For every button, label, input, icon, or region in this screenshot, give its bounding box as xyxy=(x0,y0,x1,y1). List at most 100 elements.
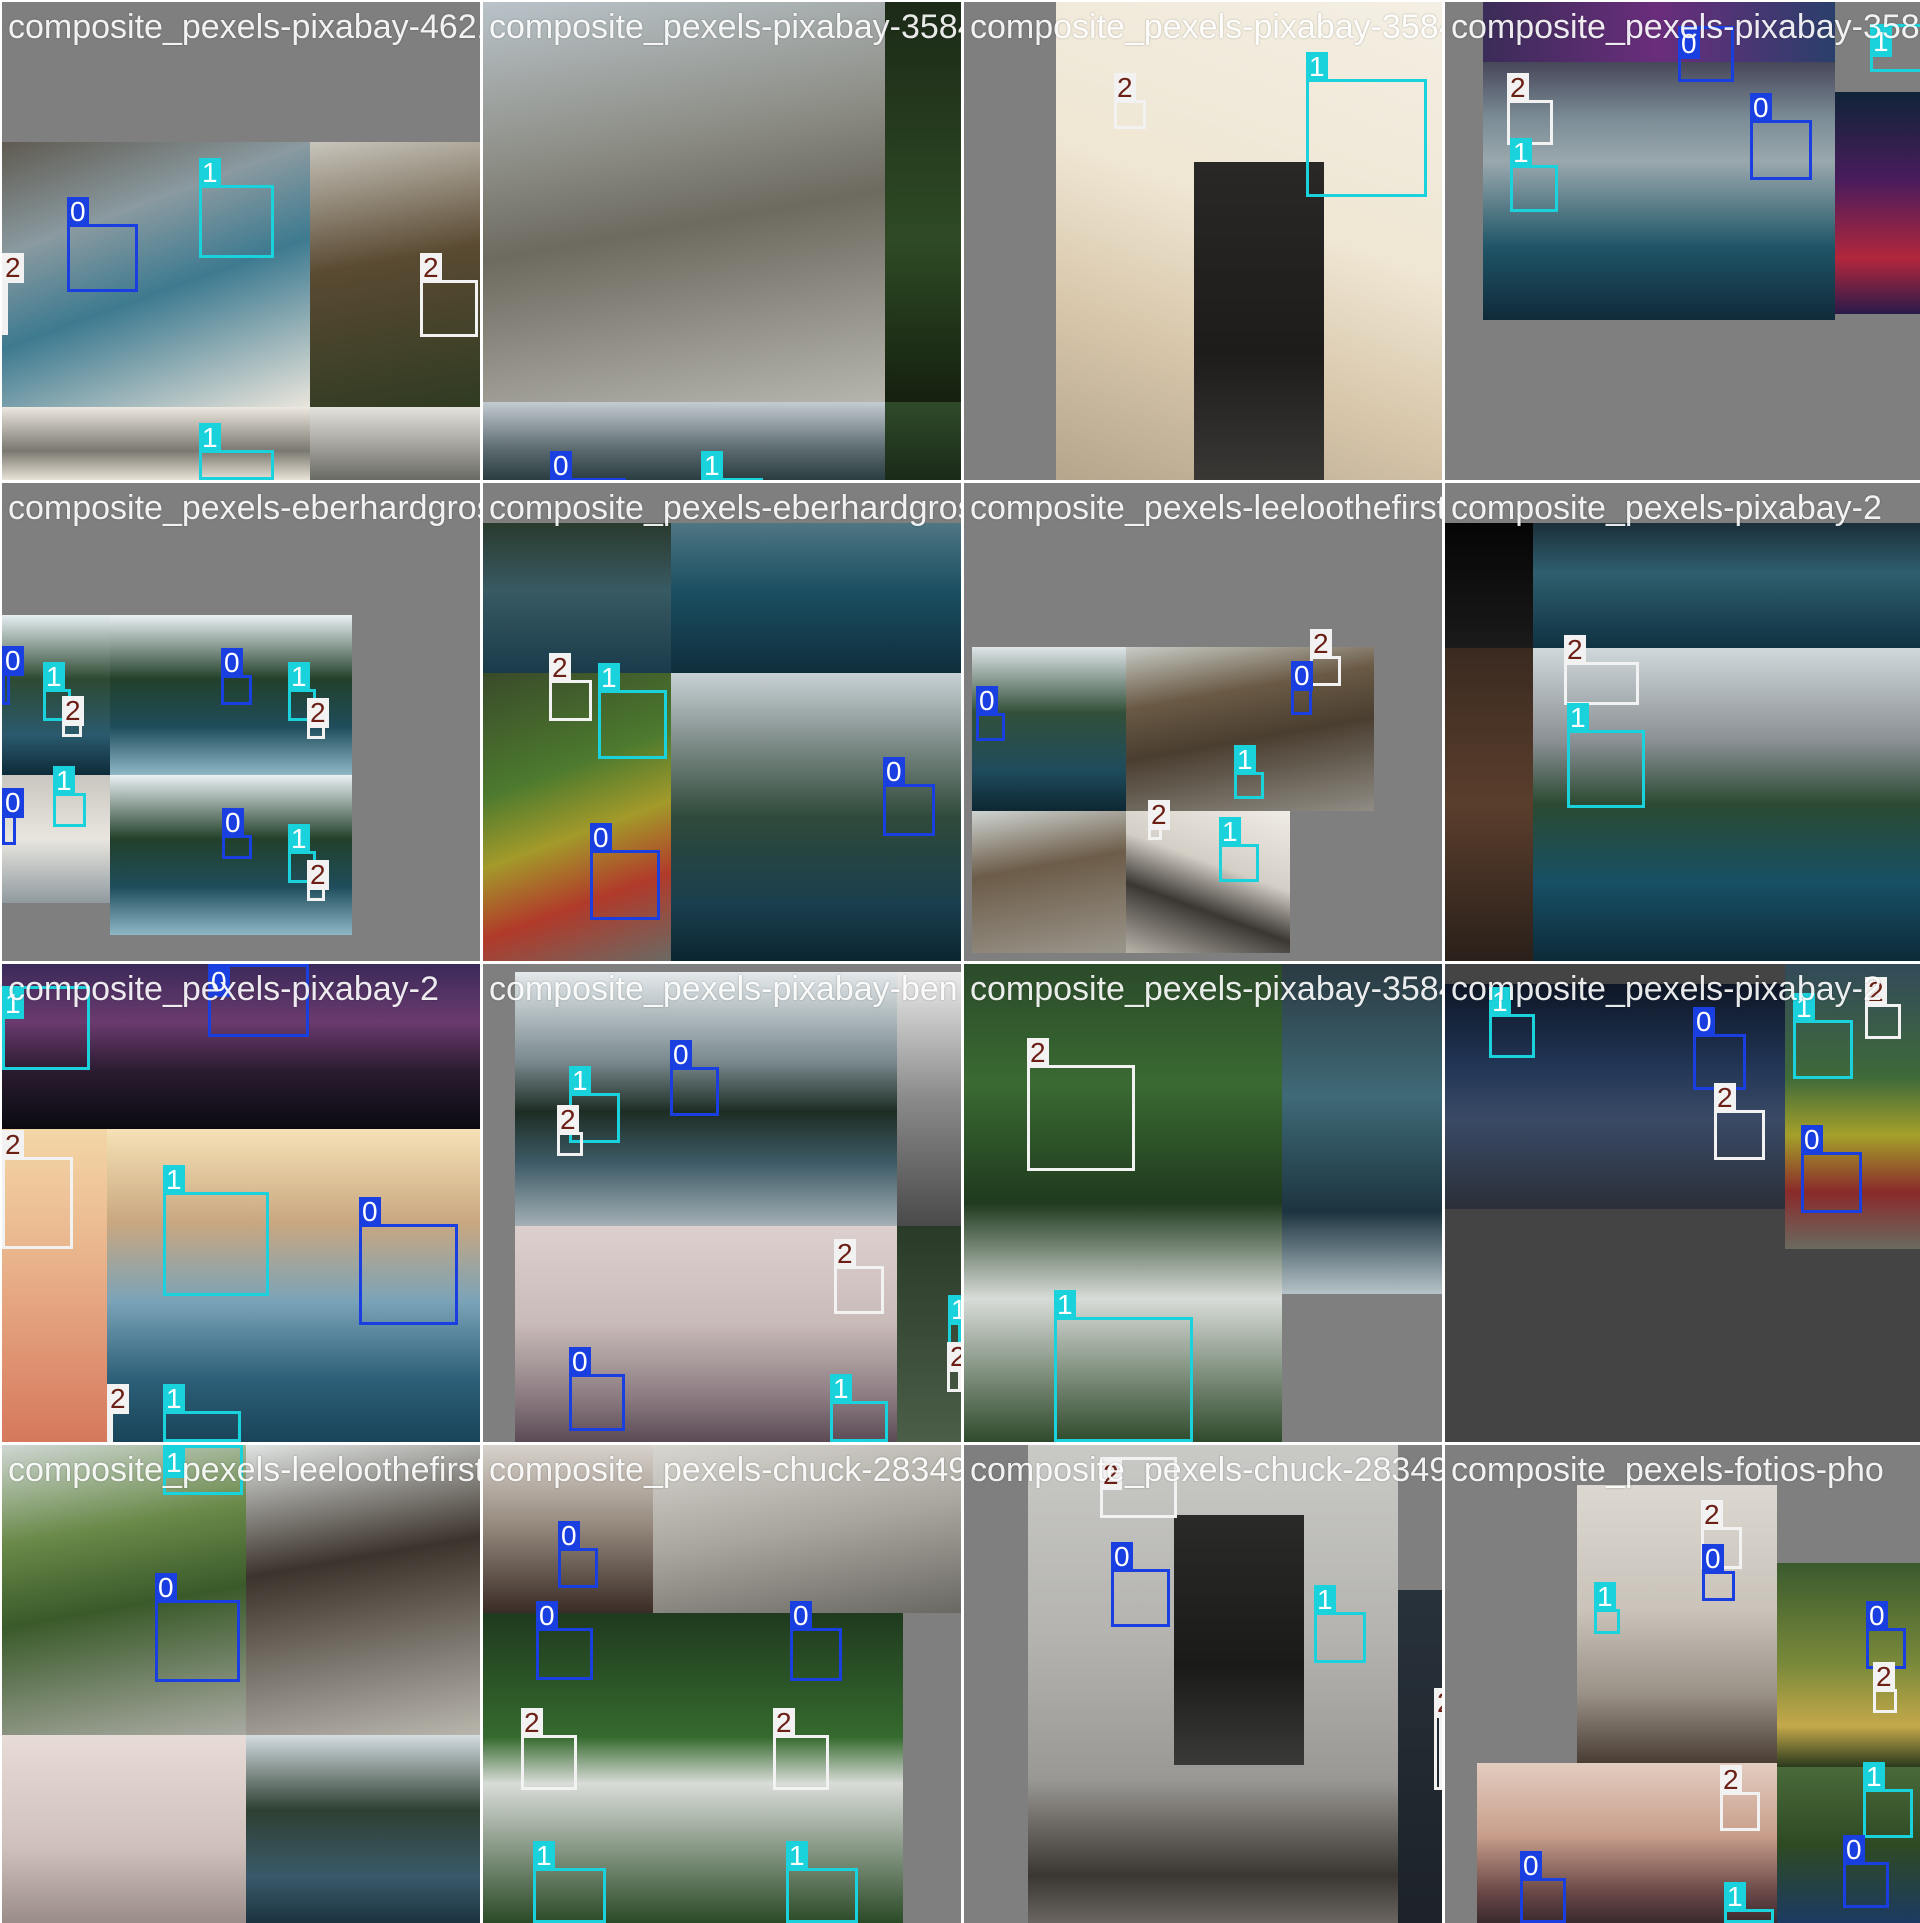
bounding-box-class-1: 1 xyxy=(1314,1585,1366,1663)
class-label: 0 xyxy=(1693,1007,1715,1037)
composite-photo-patch xyxy=(310,142,480,407)
bounding-box-class-0: 0 xyxy=(1111,1542,1170,1627)
mosaic-tile: 12020112composite_pexels-pixabay-ben sch… xyxy=(483,964,961,1442)
tile-filename: composite_pexels-pixabay-462162_07.png xyxy=(8,8,480,46)
bounding-box-class-2: 2 xyxy=(1873,1662,1897,1713)
bounding-box-class-0: 0 xyxy=(1843,1835,1889,1908)
class-label: 1 xyxy=(163,1165,185,1195)
composite-photo-patch xyxy=(1445,648,1533,961)
composite-photo-patch xyxy=(1483,2,1835,62)
class-label: 2 xyxy=(307,860,329,890)
class-label: 2 xyxy=(549,653,571,683)
class-label: 2 xyxy=(521,1708,543,1738)
bounding-box-class-2: 2 xyxy=(107,1384,129,1442)
class-label: 2 xyxy=(420,253,442,283)
bounding-box-class-2: 2 xyxy=(1720,1765,1760,1831)
tile-filename: composite_pexels-leeloothefirst-4679120_ xyxy=(970,489,1442,527)
mosaic-tile: 0 1 2 2 1 composite_pexels-pixabay-462162_07.… xyxy=(2,2,480,480)
bounding-box-class-2: 2 xyxy=(307,860,329,901)
bounding-box-class-1: 1 xyxy=(1594,1582,1620,1634)
bounding-box-class-1: 1 xyxy=(1219,817,1259,882)
composite-photo-patch xyxy=(483,402,885,480)
class-label: 0 xyxy=(558,1521,580,1551)
class-label: 1 xyxy=(1306,52,1328,82)
bounding-box-class-1: 1 xyxy=(1234,745,1264,799)
class-label: 1 xyxy=(786,1841,808,1871)
bounding-box-class-2: 2 xyxy=(1148,800,1170,840)
composite-photo-patch xyxy=(972,811,1126,953)
class-label: 1 xyxy=(1219,817,1241,847)
composite-photo-patch xyxy=(885,402,961,480)
bounding-box-class-1: 1 xyxy=(1054,1290,1193,1442)
composite-photo-patch xyxy=(1282,964,1442,1294)
bounding-box-class-1: 1 xyxy=(2,986,90,1070)
class-label: 0 xyxy=(1291,661,1313,691)
class-label: 1 xyxy=(701,451,723,480)
composite-photo-patch xyxy=(310,407,480,480)
class-label: 2 xyxy=(773,1708,795,1738)
bounding-box-class-2: 2 xyxy=(773,1708,829,1790)
bounding-box-class-0: 0 xyxy=(155,1573,240,1682)
class-label: 1 xyxy=(1567,703,1589,733)
tile-filename: composite_pexels-pixabay-2 xyxy=(1451,489,1882,527)
composite-photo-patch xyxy=(1174,1515,1304,1765)
mosaic-tile: 200121composite_pexels-leeloothefirst-46… xyxy=(964,483,1442,961)
class-label: 1 xyxy=(1489,987,1511,1017)
class-label: 2 xyxy=(2,1130,24,1160)
class-label: 2 xyxy=(1434,1688,1442,1718)
composite-photo-patch xyxy=(246,1735,480,1923)
mosaic-tile: 0002211composite_pexels-chuck-2834917_02… xyxy=(483,1445,961,1923)
class-label: 0 xyxy=(359,1197,381,1227)
bounding-box-class-2: 2 xyxy=(557,1105,583,1156)
class-label: 0 xyxy=(883,757,905,787)
bounding-box-class-0: 0 xyxy=(558,1521,598,1588)
class-label: 1 xyxy=(1863,1762,1885,1792)
class-label: 0 xyxy=(670,1040,692,1070)
bounding-box-class-0: 0 xyxy=(790,1601,842,1681)
class-label: 2 xyxy=(557,1105,579,1135)
detection-mosaic-grid: 0 1 2 2 1 composite_pexels-pixabay-462162_07.… xyxy=(0,0,1920,1923)
tile-filename: composite_pexels-eberhardgross-443446_08… xyxy=(8,489,480,527)
class-label: 2 xyxy=(834,1239,856,1269)
class-label: 0 xyxy=(155,1573,177,1603)
class-label: 0 xyxy=(536,1601,558,1631)
class-label: 2 xyxy=(1114,73,1136,103)
bounding-box-class-1: 1 xyxy=(1306,52,1427,197)
bounding-box-class-1: 1 xyxy=(1510,138,1558,212)
class-label: 0 xyxy=(1702,1544,1724,1574)
bounding-box-class-0: 0 xyxy=(208,964,309,1037)
bounding-box-class-2: 2 xyxy=(1714,1083,1765,1160)
class-label: 0 xyxy=(2,646,24,676)
bounding-box-class-0: 0 xyxy=(2,646,24,705)
class-label: 2 xyxy=(1310,629,1332,659)
bounding-box-class-0: 0 xyxy=(590,823,660,920)
bounding-box-class-2: 2 xyxy=(1865,977,1901,1039)
mosaic-tile: 20011composite_pexels-pixabay-358455_03.… xyxy=(1445,2,1920,480)
class-label: 1 xyxy=(199,423,221,453)
class-label: 2 xyxy=(947,1342,961,1372)
composite-photo-patch xyxy=(1194,162,1324,480)
bounding-box-class-2: 2 xyxy=(2,1130,73,1249)
mosaic-tile: 21composite_pexels-pixabay-358455_03.png xyxy=(964,2,1442,480)
bounding-box-class-2: 2 xyxy=(62,696,84,737)
bounding-box-class-0: 0 xyxy=(1520,1851,1566,1923)
class-label: 0 xyxy=(790,1601,812,1631)
class-label: 1 xyxy=(533,1841,555,1871)
composite-photo-patch xyxy=(2,1735,246,1923)
bounding-box-class-1: 1 xyxy=(1870,24,1920,72)
bounding-box-class-1: 1 xyxy=(533,1841,606,1923)
mosaic-tile: 1 0 2 1 2 0 composite_pexels-pixabay-2 xyxy=(1445,964,1920,1442)
class-label: 1 xyxy=(948,1295,961,1325)
class-label: 0 xyxy=(1750,93,1772,123)
bounding-box-class-1: 1 xyxy=(199,158,274,258)
tile-filename: composite_pexels-eberhardgross-443446_09… xyxy=(489,489,961,527)
composite-photo-patch xyxy=(897,972,961,1226)
bounding-box-class-1: 1 xyxy=(786,1841,858,1923)
bounding-box-class-1: 1 xyxy=(1489,987,1535,1058)
composite-photo-patch xyxy=(246,1445,480,1735)
composite-photo-patch xyxy=(1445,523,1533,648)
bounding-box-class-0: 0 xyxy=(670,1040,719,1116)
class-label: 2 xyxy=(107,1384,129,1414)
bounding-box-class-0: 0 xyxy=(1702,1544,1735,1601)
bounding-box-class-1: 1 xyxy=(53,766,86,827)
